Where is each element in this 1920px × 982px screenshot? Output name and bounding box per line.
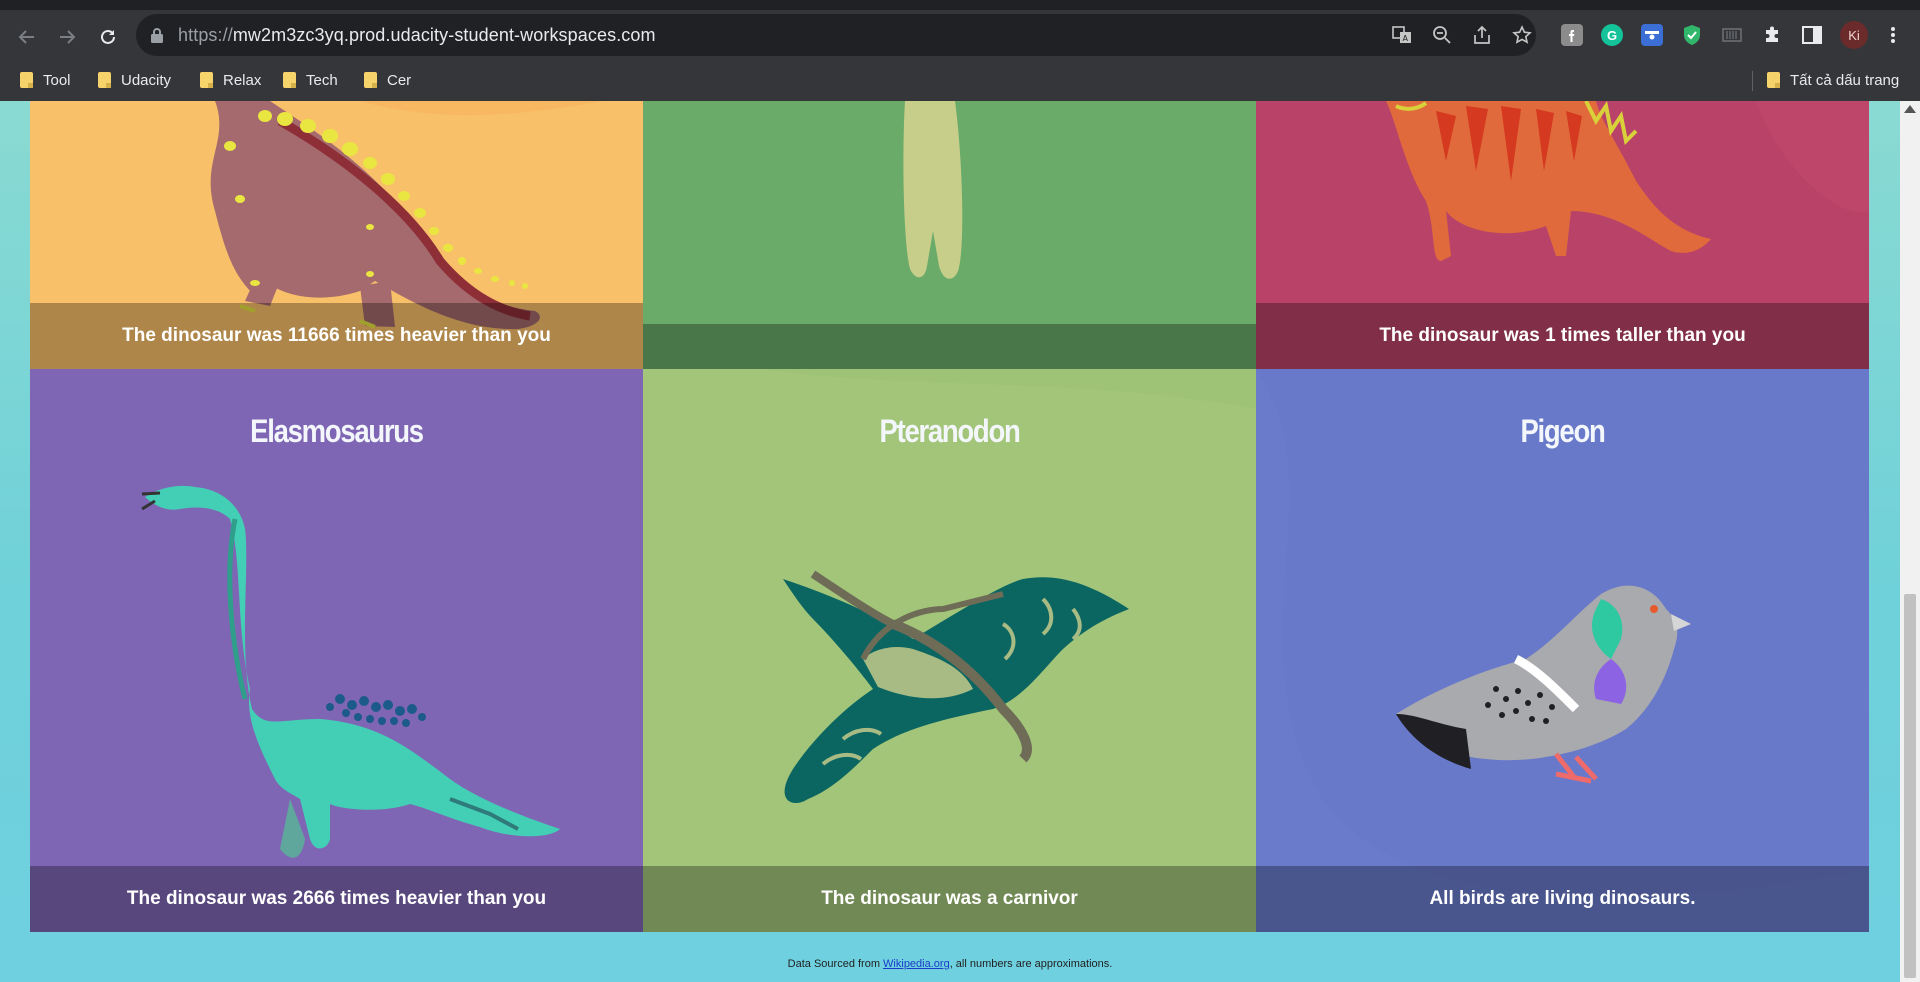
kebab-menu-icon[interactable] bbox=[1882, 24, 1904, 46]
wikipedia-link[interactable]: Wikipedia.org bbox=[883, 958, 950, 970]
forward-arrow-icon[interactable] bbox=[54, 24, 80, 50]
url-protocol: https:// bbox=[178, 25, 233, 45]
page-footer: Data Sourced from Wikipedia.org, all num… bbox=[787, 958, 1113, 970]
tile-fact: All birds are living dinosaurs. bbox=[1256, 866, 1869, 932]
translate-icon[interactable]: A bbox=[1392, 25, 1412, 45]
browser-toolbar: https://mw2m3zc3yq.prod.udacity-student-… bbox=[0, 10, 1920, 60]
pteranodon-illustration bbox=[643, 369, 1256, 804]
grid-tile-top-2 bbox=[643, 101, 1256, 369]
bookmarks-divider bbox=[1752, 71, 1753, 91]
tile-fact: The dinosaur was 1 times taller than you bbox=[1256, 303, 1869, 369]
bookmark-folder-tech[interactable]: Tech bbox=[283, 69, 338, 91]
shield-check-icon[interactable] bbox=[1681, 24, 1703, 46]
zoom-out-icon[interactable] bbox=[1432, 25, 1452, 45]
tile-fact bbox=[643, 324, 1256, 369]
folder-icon bbox=[20, 72, 33, 88]
bookmark-folder-udacity[interactable]: Udacity bbox=[98, 69, 171, 91]
scroll-up-arrow-icon[interactable] bbox=[1904, 105, 1916, 113]
all-bookmarks-button[interactable]: Tất cả dấu trang bbox=[1767, 69, 1899, 91]
tile-fact: The dinosaur was a carnivor bbox=[643, 866, 1256, 932]
folder-icon bbox=[1767, 72, 1780, 88]
tile-fact: The dinosaur was 11666 times heavier tha… bbox=[30, 303, 643, 369]
bookmark-folder-cer[interactable]: Cer bbox=[364, 69, 411, 91]
tab-strip bbox=[0, 0, 1920, 10]
extension-icon-1[interactable] bbox=[1561, 24, 1583, 46]
page-scrollbar[interactable] bbox=[1900, 101, 1920, 982]
lock-icon[interactable] bbox=[150, 27, 164, 48]
bookmark-folder-tool[interactable]: Tool bbox=[20, 69, 71, 91]
grid-tile-pteranodon[interactable]: Pteranodon The dinosaur was a carnivor bbox=[643, 369, 1256, 932]
back-arrow-icon[interactable] bbox=[14, 24, 40, 50]
url-text[interactable]: https://mw2m3zc3yq.prod.udacity-student-… bbox=[178, 25, 656, 46]
address-bar[interactable]: https://mw2m3zc3yq.prod.udacity-student-… bbox=[136, 14, 1536, 56]
extension-icon-3[interactable] bbox=[1641, 24, 1663, 46]
reload-icon[interactable] bbox=[95, 24, 121, 50]
bookmark-folder-relax[interactable]: Relax bbox=[200, 69, 261, 91]
share-icon[interactable] bbox=[1472, 25, 1492, 45]
folder-icon bbox=[98, 72, 111, 88]
elasmosaurus-illustration bbox=[141, 485, 560, 858]
puzzle-icon[interactable] bbox=[1761, 24, 1783, 46]
extension-icon-5[interactable] bbox=[1721, 24, 1743, 46]
tile-fact: The dinosaur was 2666 times heavier than… bbox=[30, 866, 643, 932]
pigeon-illustration bbox=[1256, 369, 1869, 932]
folder-icon bbox=[200, 72, 213, 88]
grid-tile-top-1: The dinosaur was 11666 times heavier tha… bbox=[30, 101, 643, 369]
star-icon[interactable] bbox=[1512, 25, 1532, 45]
grid-tile-elasmosaurus[interactable]: Elasmosaurus The dinosaur was 2666 times… bbox=[30, 369, 643, 932]
grid-tile-top-3: The dinosaur was 1 times taller than you bbox=[1256, 101, 1869, 369]
svg-text:A: A bbox=[1403, 34, 1409, 43]
url-host: mw2m3zc3yq.prod.udacity-student-workspac… bbox=[232, 25, 656, 45]
folder-icon bbox=[283, 72, 296, 88]
grid-tile-pigeon[interactable]: Pigeon All birds are living dinosaurs. bbox=[1256, 369, 1869, 932]
side-panel-icon[interactable] bbox=[1801, 24, 1823, 46]
folder-icon bbox=[364, 72, 377, 88]
profile-avatar[interactable]: Ki bbox=[1840, 21, 1868, 49]
bookmarks-bar: Tool Udacity Relax Tech Cer Tất cả dấu t… bbox=[0, 60, 1920, 101]
scroll-thumb[interactable] bbox=[1904, 594, 1916, 978]
grammarly-icon[interactable]: G bbox=[1601, 24, 1623, 46]
browser-chrome: https://mw2m3zc3yq.prod.udacity-student-… bbox=[0, 0, 1920, 101]
